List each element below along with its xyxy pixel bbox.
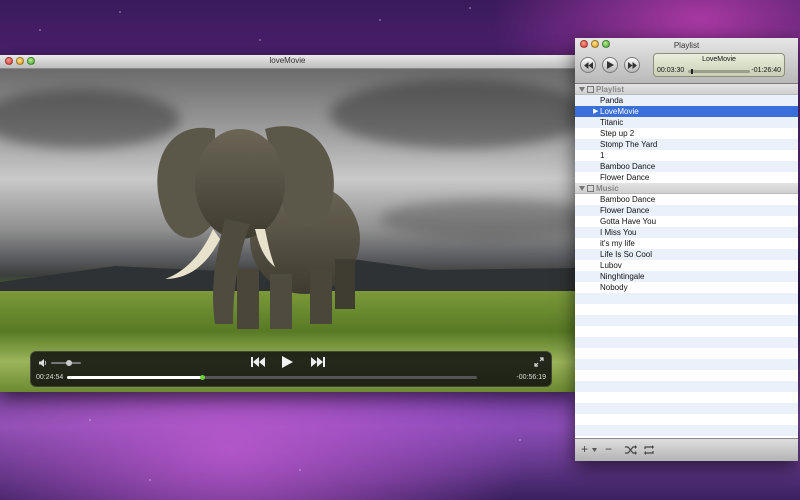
repeat-icon[interactable] [643,445,655,455]
video-frame[interactable]: 00:24:54 -00:56:19 [0,69,575,392]
playlist-item-label: Ninghtingale [600,272,645,281]
next-icon[interactable] [311,356,325,368]
playlist-item-label: Step up 2 [600,129,635,138]
playlist-group-label: Music [596,184,619,193]
playlist-item[interactable]: Gotta Have You [575,216,798,227]
playlist-item[interactable]: Panda [575,95,798,106]
playlist-item-label: Lubov [600,261,622,270]
volume-icon[interactable] [38,358,48,368]
playlist-item-label: Panda [600,96,624,105]
lcd-elapsed: 00:03:30 [657,67,685,74]
disclosure-triangle-icon[interactable] [579,87,585,93]
fast-forward-button[interactable] [624,57,640,73]
playlist-item-label: Life Is So Cool [600,250,653,259]
volume-slider[interactable] [51,360,81,366]
playlist-item-label: Bamboo Dance [600,162,656,171]
volume-knob[interactable] [66,360,72,366]
now-playing-display: LoveMovie 00:03:30 -01:26:40 [653,53,785,77]
playlist-item[interactable]: it's my life [575,238,798,249]
video-window-title: loveMovie [269,56,306,65]
playlist-item[interactable]: Titanic [575,117,798,128]
playlist-item-label: I Miss You [600,228,637,237]
fullscreen-icon[interactable] [534,357,544,367]
rewind-button[interactable] [580,57,596,73]
playlist-item-label: LoveMovie [600,107,639,116]
add-button[interactable]: + [581,443,588,455]
playlist-item-label: Flower Dance [600,206,650,215]
playlist-group-header[interactable]: Music [575,183,798,194]
playlist-toolbar: + − [575,438,798,461]
playlist-group-label: Playlist [596,85,625,94]
playlist-list[interactable]: Playlist Panda ▶ LoveMovie Titanic Step up 2S… [575,84,798,439]
play-small-icon [606,61,614,69]
playlist-item-label: Flower Dance [600,173,650,182]
playlist-item[interactable]: ▶ LoveMovie [575,106,798,117]
group-folder-icon [587,86,594,94]
add-menu-chevron-icon[interactable] [592,448,597,452]
playlist-item-label: it's my life [600,239,635,248]
playlist-item-label: Titanic [600,118,624,127]
seek-bar[interactable] [67,375,477,380]
playlist-item[interactable]: Bamboo Dance [575,194,798,205]
playlist-item-label: Stomp The Yard [600,140,658,149]
play-icon[interactable] [281,355,294,369]
fast-forward-icon [627,61,637,69]
rewind-icon [583,61,593,69]
playlist-item-label: Gotta Have You [600,217,657,226]
disclosure-triangle-icon[interactable] [579,186,585,192]
now-playing-title: LoveMovie [702,56,736,63]
group-folder-icon [587,185,594,193]
playlist-item[interactable]: Bamboo Dance [575,161,798,172]
playlist-item-label: 1 [600,151,605,160]
seek-fill [67,376,203,379]
lcd-progress-knob[interactable] [691,69,694,74]
video-window: loveMovie 00:24:54 -00:56:19 [0,55,575,392]
play-button[interactable] [602,57,618,73]
playlist-group-header[interactable]: Playlist [575,84,798,95]
remaining-time: -00:56:19 [516,374,546,381]
playlist-item[interactable]: Step up 2 [575,128,798,139]
seek-knob[interactable] [200,375,206,380]
playlist-item-label: Nobody [600,283,628,292]
now-playing-indicator-icon: ▶ [593,108,599,115]
elephant-image [157,126,360,329]
playlist-item[interactable]: Ninghtingale [575,271,798,282]
playlist-header[interactable]: Playlist LoveMovie 00:03:30 -01:26:40 [575,38,798,84]
playlist-window: Playlist LoveMovie 00:03:30 -01:26:40 Pl… [575,38,798,461]
playback-controls: 00:24:54 -00:56:19 [30,351,552,387]
lcd-progress[interactable] [688,69,750,74]
playlist-item[interactable]: Nobody [575,282,798,293]
playlist-item[interactable]: Life Is So Cool [575,249,798,260]
video-titlebar[interactable]: loveMovie [0,55,575,69]
remove-button[interactable]: − [605,443,612,455]
elapsed-time: 00:24:54 [36,374,64,381]
playlist-item[interactable]: 1 [575,150,798,161]
previous-icon[interactable] [251,356,265,368]
playlist-item[interactable]: Flower Dance [575,172,798,183]
playlist-item[interactable]: Flower Dance [575,205,798,216]
playlist-window-title: Playlist [673,41,700,50]
playlist-item[interactable]: I Miss You [575,227,798,238]
playlist-item[interactable]: Lubov [575,260,798,271]
shuffle-icon[interactable] [625,445,637,455]
playlist-item[interactable]: Stomp The Yard [575,139,798,150]
playlist-item-label: Bamboo Dance [600,195,656,204]
lcd-remaining: -01:26:40 [751,67,781,74]
